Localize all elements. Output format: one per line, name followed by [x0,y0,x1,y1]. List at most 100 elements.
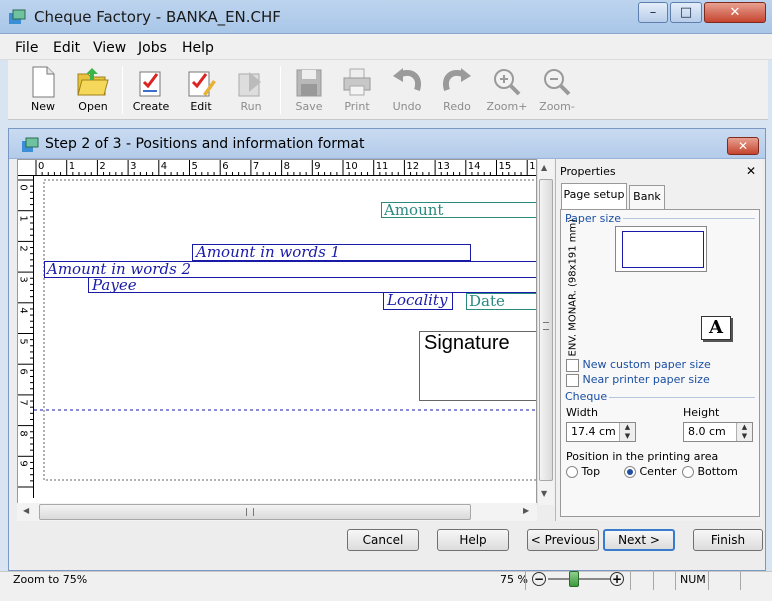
scroll-down-arrow-icon[interactable]: ▼ [541,489,547,498]
toolbar: New Open Create Edit Run Save Print Undo… [8,60,768,120]
editor-horizontal-scrollbar[interactable]: ◀ ▶ [17,503,537,521]
run-button[interactable]: Run [226,64,276,118]
ruler-horizontal-label: 11 [375,161,389,172]
print-button[interactable]: Print [332,64,382,118]
amount-in-words-1-field[interactable]: Amount in words 1 [192,244,471,261]
width-spinner[interactable]: 17.4 cm ▲ ▼ [566,422,636,442]
ruler-horizontal-label: 13 [437,161,450,172]
finish-button[interactable]: Finish [693,529,763,551]
tab-bank[interactable]: Bank [629,185,665,209]
edit-checklist-icon [188,71,216,97]
ruler-vertical-label: 1 [17,215,29,222]
near-printer-paper-option[interactable]: Near printer paper size [566,373,710,387]
cancel-button[interactable]: Cancel [347,529,419,551]
undo-button[interactable]: Undo [382,64,432,118]
create-button[interactable]: Create [126,64,176,118]
save-button[interactable]: Save [284,64,334,118]
tab-page-setup[interactable]: Page setup [561,183,627,209]
menu-jobs[interactable]: Jobs [138,40,167,56]
ruler-horizontal-label: 0 [38,161,45,172]
cheque-label: Cheque [565,390,610,403]
vertical-scroll-thumb[interactable] [539,179,553,481]
zoom-in-button[interactable]: Zoom+ [482,64,532,118]
zoom-out-button[interactable]: Zoom- [532,64,582,118]
ruler-horizontal-label: 15 [498,161,512,172]
signature-field[interactable]: Signature [419,331,536,401]
portrait-orientation-icon[interactable]: A [701,316,731,340]
wizard-title: Step 2 of 3 - Positions and information … [45,136,365,152]
new-custom-paper-option[interactable]: New custom paper size [566,358,711,372]
amount-field[interactable]: Amount [381,202,536,218]
scroll-up-arrow-icon[interactable]: ▲ [541,163,547,172]
edit-label: Edit [190,100,212,113]
scroll-left-arrow-icon[interactable]: ◀ [23,506,29,515]
width-spin-arrows-icon[interactable]: ▲ ▼ [619,423,635,441]
cheque-canvas[interactable]: Amount Amount in words 1 Amount in words… [34,176,536,498]
open-button[interactable]: Open [68,64,118,118]
scroll-right-arrow-icon[interactable]: ▶ [523,506,529,515]
new-label: New [31,100,55,113]
status-divider [708,570,709,590]
num-lock-indicator: NUM [680,573,706,586]
locality-field[interactable]: Locality [383,292,453,310]
position-top-radio[interactable] [566,466,578,478]
editor-vertical-scrollbar[interactable]: ▲ ▼ [537,159,554,505]
ruler-vertical-label: 3 [17,276,29,283]
paper-name-rotated: ENV. MONAR. (98x191 mm) [564,218,580,360]
zoom-out-magnifier-icon [544,69,571,96]
ruler-horizontal-ticks [35,160,528,176]
ruler-vertical-label: 7 [17,399,29,406]
height-label: Height [683,406,720,419]
zoom-minus-icon[interactable]: − [532,572,546,586]
position-center-radio[interactable] [624,466,636,478]
horizontal-scroll-thumb[interactable] [39,504,471,520]
redo-button[interactable]: Redo [432,64,482,118]
status-message: Zoom to 75% [13,573,88,586]
new-button[interactable]: New [18,64,68,118]
menu-bar: File Edit View Jobs Help [0,34,772,60]
menu-help[interactable]: Help [182,40,214,56]
height-spinner[interactable]: 8.0 cm ▲ ▼ [683,422,753,442]
status-bar: Zoom to 75% 75 % − + NUM [0,570,772,601]
zoom-in-magnifier-icon [494,69,521,96]
position-label: Position in the printing area [566,450,719,463]
position-center-option[interactable]: Center [624,465,677,478]
minimize-button[interactable]: – [638,2,668,23]
ruler-horizontal-label: 12 [406,161,420,172]
previous-button[interactable]: < Previous [527,529,599,551]
paper-name: ENV. MONAR. (98x191 mm) [567,218,579,357]
ruler-vertical: 0 1 2 3 4 5 6 7 8 9 [18,176,34,498]
position-bottom-option[interactable]: Bottom [682,465,738,478]
edit-button[interactable]: Edit [176,64,226,118]
status-divider [653,570,654,590]
menu-edit[interactable]: Edit [53,40,80,56]
properties-panel: Properties ✕ Page setup Bank Paper size … [555,159,763,521]
position-top-option[interactable]: Top [566,465,600,478]
maximize-button[interactable]: □ [670,2,702,23]
ruler-horizontal-label: 6 [222,161,229,172]
height-spin-arrows-icon[interactable]: ▲ ▼ [736,423,752,441]
ruler-horizontal-label: 3 [130,161,137,172]
zoom-slider-thumb[interactable] [569,571,580,587]
cheque-factory-app-icon [9,9,26,24]
wizard-close-button[interactable]: ✕ [727,137,759,155]
ruler-horizontal-label: 8 [283,161,290,172]
near-printer-label: Near printer paper size [582,373,710,386]
properties-close-icon[interactable]: ✕ [746,164,756,178]
payee-field[interactable]: Payee [88,277,536,293]
width-label: Width [566,406,598,419]
menu-view[interactable]: View [93,40,126,56]
position-bottom-radio[interactable] [682,466,694,478]
close-window-button[interactable]: ✕ [704,2,766,23]
date-field[interactable]: Date [466,293,536,310]
menu-file[interactable]: File [15,40,38,56]
new-custom-checkbox[interactable] [566,358,579,372]
next-button[interactable]: Next > [603,529,675,551]
amount-in-words-2-field[interactable]: Amount in words 2 [44,261,536,278]
near-printer-checkbox[interactable] [566,373,579,387]
zoom-plus-icon[interactable]: + [610,572,624,586]
ruler-horizontal-label: 14 [467,161,481,172]
wizard-titlebar: Step 2 of 3 - Positions and information … [9,129,765,159]
help-button[interactable]: Help [437,529,509,551]
ruler-horizontal-label: 5 [191,161,198,172]
